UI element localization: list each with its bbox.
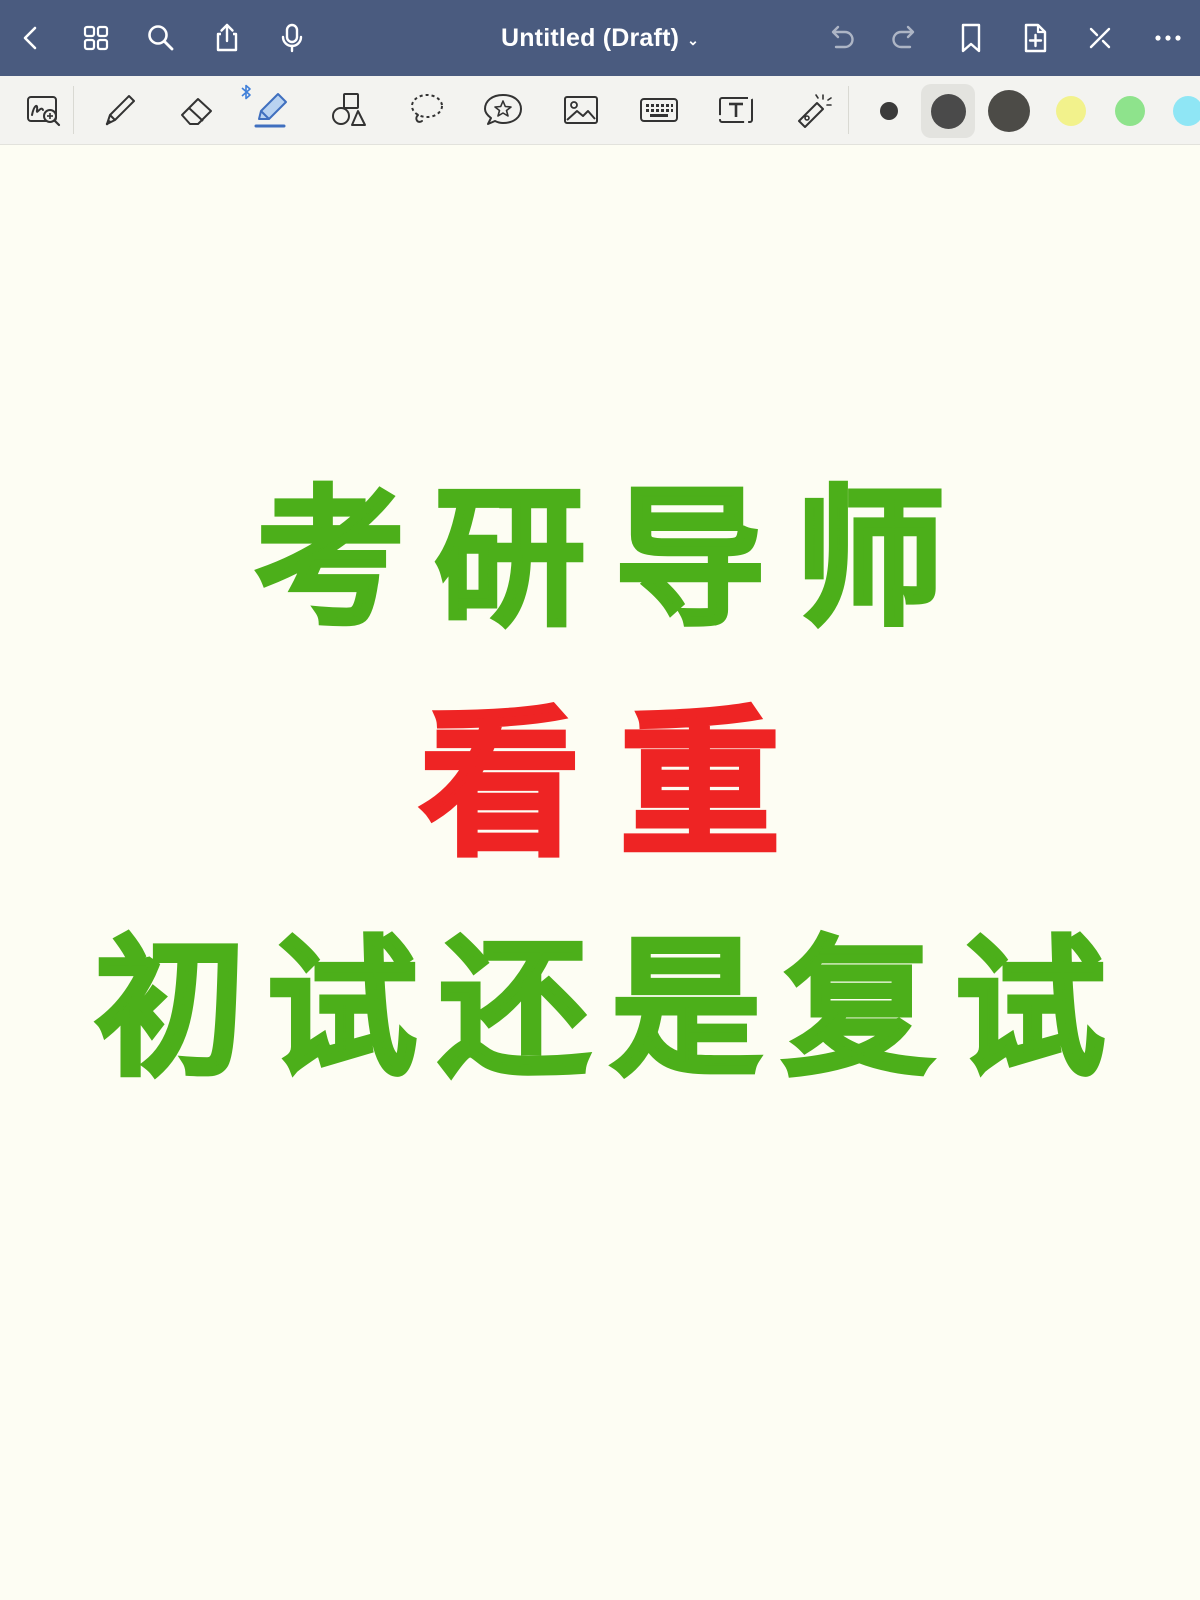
highlighter-tool-icon[interactable] xyxy=(249,90,293,130)
back-icon[interactable] xyxy=(12,19,50,57)
toolbar-divider xyxy=(73,86,74,134)
microphone-icon[interactable] xyxy=(273,19,311,57)
more-icon[interactable] xyxy=(1149,19,1187,57)
color-swatch-yellow[interactable] xyxy=(1056,96,1086,126)
headline-line-2: 看重 xyxy=(418,691,820,878)
redo-icon[interactable] xyxy=(886,19,924,57)
eraser-tool-icon[interactable] xyxy=(174,90,218,130)
keyboard-tool-icon[interactable] xyxy=(637,90,681,130)
undo-icon[interactable] xyxy=(822,19,860,57)
bookmark-icon[interactable] xyxy=(952,19,990,57)
headline-line-1: 考研导师 xyxy=(253,473,975,647)
color-swatch-green[interactable] xyxy=(1115,96,1145,126)
laser-pointer-tool-icon[interactable] xyxy=(791,90,835,130)
pen-tool-icon[interactable] xyxy=(97,90,141,130)
chevron-down-icon: ⌄ xyxy=(687,31,700,48)
lasso-tool-icon[interactable] xyxy=(404,90,448,130)
image-tool-icon[interactable] xyxy=(559,90,603,130)
note-canvas[interactable]: 考研导师 看重 初试还是复试 xyxy=(0,145,1200,1600)
text-tool-icon[interactable] xyxy=(714,90,758,130)
add-page-icon[interactable] xyxy=(1016,19,1054,57)
zoom-window-tool-icon[interactable] xyxy=(21,90,65,130)
color-swatch-charcoal[interactable] xyxy=(988,90,1030,132)
shapes-tool-icon[interactable] xyxy=(327,90,371,130)
close-edit-icon[interactable] xyxy=(1081,19,1119,57)
color-swatch-black-thin[interactable] xyxy=(880,102,898,120)
document-title: Untitled (Draft) xyxy=(500,23,680,52)
share-icon[interactable] xyxy=(208,19,246,57)
headline-line-3: 初试还是复试 xyxy=(93,923,1127,1097)
toolbar-divider xyxy=(848,86,849,134)
bluetooth-icon xyxy=(240,84,252,100)
search-icon[interactable] xyxy=(142,19,180,57)
color-swatch-dark-gray-selected[interactable] xyxy=(931,94,966,129)
grid-icon[interactable] xyxy=(77,19,115,57)
elements-tool-icon[interactable] xyxy=(481,90,525,130)
document-title-menu[interactable]: Untitled (Draft) ⌄ xyxy=(450,19,750,57)
top-navigation-bar: Untitled (Draft) ⌄ xyxy=(0,0,1200,76)
color-swatch-cyan[interactable] xyxy=(1173,96,1200,126)
